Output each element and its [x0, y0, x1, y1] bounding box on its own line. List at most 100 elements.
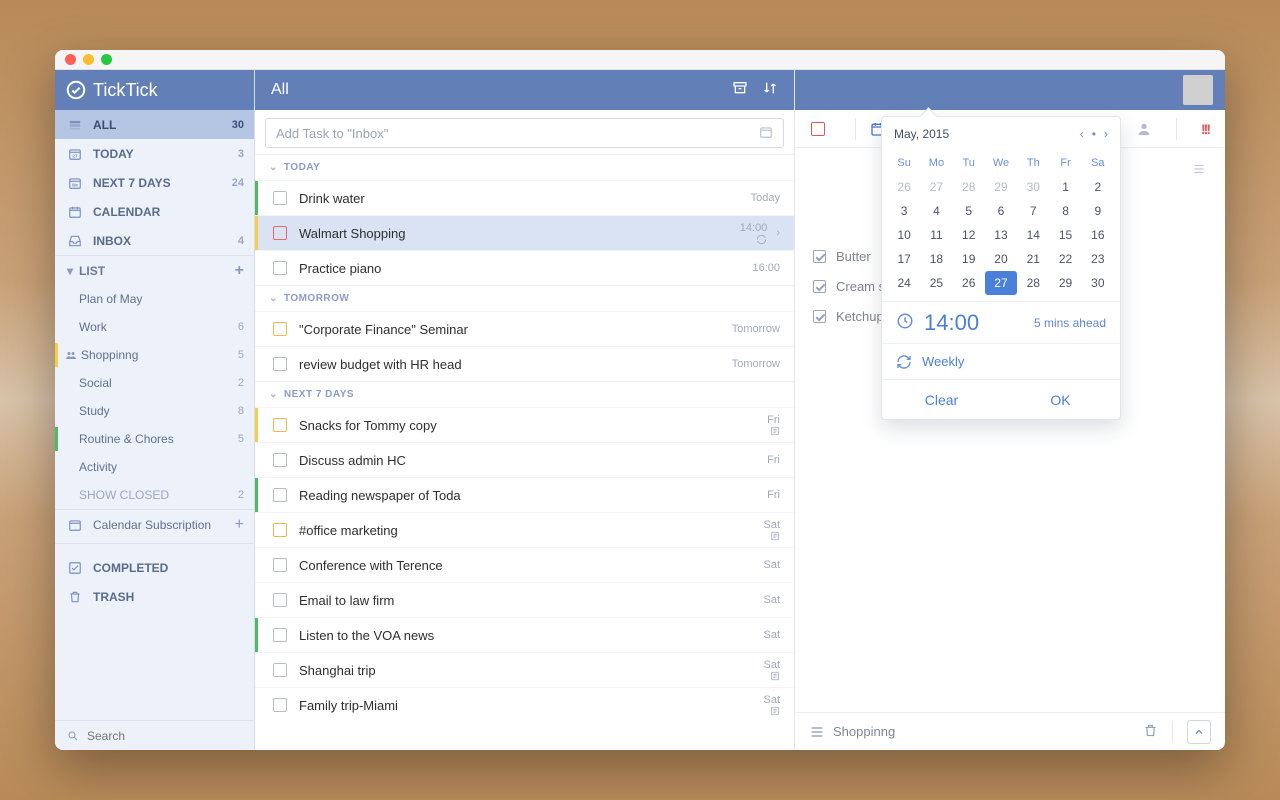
- task-row[interactable]: Reading newspaper of TodaFri: [255, 477, 794, 512]
- task-checkbox[interactable]: [273, 523, 287, 537]
- sidebar-list-activity[interactable]: Activity: [55, 453, 254, 481]
- add-task-input[interactable]: Add Task to "Inbox": [265, 118, 784, 148]
- sidebar-list-header[interactable]: ▾ LIST +: [55, 255, 254, 285]
- subtask-checkbox[interactable]: [813, 280, 826, 293]
- task-checkbox[interactable]: [273, 418, 287, 432]
- calendar-day[interactable]: 16: [1082, 223, 1114, 247]
- subtask-checkbox[interactable]: [813, 250, 826, 263]
- add-list-button[interactable]: +: [235, 262, 244, 280]
- calendar-day[interactable]: 30: [1082, 271, 1114, 295]
- calendar-day[interactable]: 1: [1049, 175, 1081, 199]
- calendar-day[interactable]: 27: [920, 175, 952, 199]
- calendar-day[interactable]: 15: [1049, 223, 1081, 247]
- calendar-day[interactable]: 23: [1082, 247, 1114, 271]
- task-row[interactable]: #office marketingSat: [255, 512, 794, 547]
- task-checkbox[interactable]: [273, 322, 287, 336]
- calendar-day[interactable]: 25: [920, 271, 952, 295]
- trash-icon[interactable]: [1143, 723, 1158, 741]
- search-input[interactable]: [87, 729, 242, 743]
- calendar-day[interactable]: 27: [985, 271, 1017, 295]
- sidebar-item-today[interactable]: 27TODAY3: [55, 139, 254, 168]
- task-row[interactable]: review budget with HR headTomorrow: [255, 346, 794, 381]
- task-row[interactable]: "Corporate Finance" SeminarTomorrow: [255, 311, 794, 346]
- calendar-day[interactable]: 29: [1049, 271, 1081, 295]
- assignee-icon[interactable]: [1136, 121, 1152, 137]
- add-calsub-button[interactable]: +: [235, 516, 244, 534]
- calendar-day[interactable]: 3: [888, 199, 920, 223]
- calendar-day[interactable]: 9: [1082, 199, 1114, 223]
- today-dot-button[interactable]: •: [1092, 127, 1096, 141]
- calendar-day[interactable]: 10: [888, 223, 920, 247]
- calendar-day[interactable]: 13: [985, 223, 1017, 247]
- sidebar-search[interactable]: [55, 720, 254, 750]
- user-avatar[interactable]: [1183, 75, 1213, 105]
- sidebar-item-calendar[interactable]: CALENDAR: [55, 197, 254, 226]
- calendar-day[interactable]: 21: [1017, 247, 1049, 271]
- task-checkbox[interactable]: [273, 558, 287, 572]
- calendar-day[interactable]: 2: [1082, 175, 1114, 199]
- sidebar-item-inbox[interactable]: INBOX4: [55, 226, 254, 255]
- detail-list-name[interactable]: Shoppinng: [833, 724, 895, 739]
- sidebar-item-all[interactable]: ALL30: [55, 110, 254, 139]
- prev-month-button[interactable]: ‹: [1080, 127, 1084, 141]
- reminder-ahead[interactable]: 5 mins ahead: [1034, 316, 1106, 330]
- calendar-day[interactable]: 5: [953, 199, 985, 223]
- time-row[interactable]: 14:00 5 mins ahead: [882, 301, 1120, 343]
- calendar-day[interactable]: 24: [888, 271, 920, 295]
- task-checkbox[interactable]: [273, 663, 287, 677]
- task-row[interactable]: Discuss admin HCFri: [255, 442, 794, 477]
- task-section-header[interactable]: ⌄TODAY: [255, 154, 794, 180]
- sidebar-list-study[interactable]: Study8: [55, 397, 254, 425]
- calendar-day[interactable]: 4: [920, 199, 952, 223]
- priority-icon[interactable]: !!!: [1201, 121, 1209, 137]
- sidebar-list-work[interactable]: Work6: [55, 313, 254, 341]
- calendar-day[interactable]: 30: [1017, 175, 1049, 199]
- calendar-day[interactable]: 12: [953, 223, 985, 247]
- calendar-day[interactable]: 14: [1017, 223, 1049, 247]
- calendar-day[interactable]: 28: [953, 175, 985, 199]
- calendar-day[interactable]: 28: [1017, 271, 1049, 295]
- task-checkbox[interactable]: [273, 628, 287, 642]
- calendar-day[interactable]: 19: [953, 247, 985, 271]
- sidebar-list-social[interactable]: Social2: [55, 369, 254, 397]
- clear-button[interactable]: Clear: [882, 380, 1001, 419]
- sidebar-calsub[interactable]: Calendar Subscription +: [55, 509, 254, 539]
- calendar-day[interactable]: 17: [888, 247, 920, 271]
- sidebar-completed[interactable]: COMPLETED: [55, 553, 254, 582]
- window-close-button[interactable]: [65, 54, 76, 65]
- task-checkbox[interactable]: [273, 453, 287, 467]
- calendar-day[interactable]: 18: [920, 247, 952, 271]
- task-row[interactable]: Conference with TerenceSat: [255, 547, 794, 582]
- time-value[interactable]: 14:00: [924, 310, 979, 336]
- task-checkbox[interactable]: [273, 226, 287, 240]
- task-checkbox[interactable]: [273, 357, 287, 371]
- calendar-day[interactable]: 7: [1017, 199, 1049, 223]
- calendar-day[interactable]: 26: [888, 175, 920, 199]
- detail-checkbox[interactable]: [811, 122, 825, 136]
- repeat-row[interactable]: Weekly: [882, 343, 1120, 379]
- task-checkbox[interactable]: [273, 191, 287, 205]
- calendar-day[interactable]: 22: [1049, 247, 1081, 271]
- ok-button[interactable]: OK: [1001, 380, 1120, 419]
- task-checkbox[interactable]: [273, 261, 287, 275]
- task-section-header[interactable]: ⌄NEXT 7 DAYS: [255, 381, 794, 407]
- lines-icon[interactable]: [1191, 162, 1207, 179]
- subtask-checkbox[interactable]: [813, 310, 826, 323]
- task-checkbox[interactable]: [273, 698, 287, 712]
- task-row[interactable]: Shanghai tripSat: [255, 652, 794, 687]
- expand-up-button[interactable]: [1187, 720, 1211, 744]
- sidebar-list-show-closed[interactable]: SHOW CLOSED2: [55, 481, 254, 509]
- sidebar-trash[interactable]: TRASH: [55, 582, 254, 611]
- calendar-day[interactable]: 20: [985, 247, 1017, 271]
- calendar-day[interactable]: 26: [953, 271, 985, 295]
- window-maximize-button[interactable]: [101, 54, 112, 65]
- task-checkbox[interactable]: [273, 593, 287, 607]
- task-checkbox[interactable]: [273, 488, 287, 502]
- sort-icon[interactable]: [762, 80, 778, 101]
- calendar-day[interactable]: 6: [985, 199, 1017, 223]
- next-month-button[interactable]: ›: [1104, 127, 1108, 141]
- calendar-day[interactable]: 8: [1049, 199, 1081, 223]
- sidebar-list-plan-of-may[interactable]: Plan of May: [55, 285, 254, 313]
- task-row[interactable]: Family trip-MiamiSat: [255, 687, 794, 722]
- sidebar-item-next-7-days[interactable]: WeNEXT 7 DAYS24: [55, 168, 254, 197]
